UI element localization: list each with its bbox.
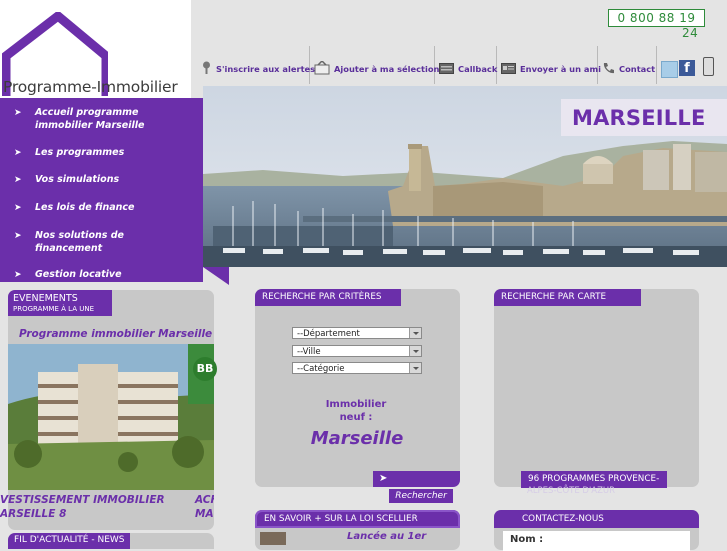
events-caption-wrap: VESTISSEMENT IMMOBILIER ARSEILLE 8 ACH M…: [0, 492, 214, 528]
add-selection-label: Ajouter à ma sélection: [334, 64, 440, 74]
events-header: EVENEMENTS PROGRAMME À LA UNE: [8, 290, 112, 316]
contact-header-label: CONTACTEZ-NOUS: [522, 514, 604, 524]
search-criteria-header: RECHERCHE PAR CRITÈRES: [255, 289, 401, 306]
scellier-header-label: EN SAVOIR + SUR LA LOI SCELLIER: [264, 514, 418, 524]
city-value: --Ville: [297, 347, 321, 357]
map-footer-label2: ALPES-CÔTE D'AZUR: [527, 486, 616, 496]
nav-item-label: Vos simulations: [35, 174, 120, 185]
department-select[interactable]: --Département: [292, 327, 422, 339]
scellier-thumbnail: [260, 532, 286, 545]
news-header: FIL D'ACTUALITÉ - NEWS: [8, 533, 130, 549]
search-go-button[interactable]: ➤: [373, 471, 460, 487]
events-caption-line1[interactable]: VESTISSEMENT IMMOBILIER: [0, 494, 165, 506]
nav-item-programmes[interactable]: ➤ Les programmes: [14, 147, 175, 160]
bbc-badge: BB: [193, 357, 217, 381]
chevron-down-icon: [409, 363, 421, 373]
toolbar-divider: [656, 46, 657, 84]
city-title: MARSEILLE: [572, 106, 706, 130]
search-button[interactable]: Rechercher: [389, 489, 453, 503]
category-value: --Catégorie: [297, 364, 345, 374]
events-header-label: EVENEMENTS: [13, 293, 78, 304]
nav-item-label: Nos solutions de financement: [35, 230, 124, 254]
nav-item-financement[interactable]: ➤ Nos solutions de financement: [14, 230, 175, 255]
arrow-icon: ➤: [14, 231, 22, 241]
scellier-header[interactable]: EN SAVOIR + SUR LA LOI SCELLIER: [255, 510, 460, 528]
phone-number[interactable]: 0 800 88 19: [608, 9, 705, 27]
nav-item-label: Les programmes: [35, 147, 125, 158]
arrow-icon: ➤: [14, 203, 22, 213]
nav-item-accueil[interactable]: ➤ Accueil programme immobilier Marseille: [14, 107, 175, 132]
contact-link[interactable]: Contact: [602, 58, 655, 80]
search-criteria-panel: [255, 289, 460, 487]
sidebar-nav: ➤ Accueil programme immobilier Marseille…: [0, 98, 203, 282]
events-caption2-line2[interactable]: MA: [195, 508, 214, 520]
share-icon[interactable]: [661, 61, 678, 78]
search-city-title: Marseille: [310, 428, 404, 449]
nav-item-label: Les lois de finance: [35, 202, 135, 213]
arrow-icon: ➤: [14, 148, 22, 158]
keyboard-icon: [439, 62, 454, 76]
news-header-label: FIL D'ACTUALITÉ - NEWS: [14, 535, 125, 545]
alerts-label: S'inscrire aux alertes: [216, 64, 316, 74]
folder-icon: [314, 59, 330, 77]
logo-text: Programme-Immobilier: [3, 78, 178, 96]
send-friend-label: Envoyer à un ami: [520, 64, 601, 74]
nav-item-gestion-locative[interactable]: ➤ Gestion locative: [14, 269, 175, 282]
callback-label: Callback: [458, 64, 498, 74]
immobilier-neuf-label: Immobilier neuf :: [300, 398, 412, 424]
neuf-line1: Immobilier: [325, 399, 387, 410]
nav-item-simulations[interactable]: ➤ Vos simulations: [14, 174, 175, 187]
map-footer-label: 96 PROGRAMMES PROVENCE-: [528, 474, 660, 484]
arrow-icon: ➤: [14, 270, 22, 280]
events-subheader-label: PROGRAMME À LA UNE: [13, 305, 94, 313]
neuf-line2: neuf :: [339, 412, 373, 423]
callback-link[interactable]: Callback: [439, 58, 497, 80]
contact-header: CONTACTEZ-NOUS: [494, 510, 699, 528]
contact-name-label: Nom :: [510, 534, 544, 545]
programme-image[interactable]: [8, 344, 214, 490]
mobile-icon[interactable]: [703, 57, 714, 76]
arrow-icon: ➤: [14, 175, 22, 185]
chevron-down-icon: [409, 346, 421, 356]
logo[interactable]: Programme-Immobilier: [0, 0, 191, 98]
alerts-link[interactable]: S'inscrire aux alertes: [201, 58, 315, 80]
city-select[interactable]: --Ville: [292, 345, 422, 357]
scellier-text: Lancée au 1er: [347, 531, 427, 542]
map-search-header: RECHERCHE PAR CARTE: [494, 289, 641, 306]
nav-tail: [203, 267, 229, 285]
phone-number-suffix[interactable]: 24: [682, 26, 698, 40]
phone-icon: [602, 62, 615, 77]
nav-item-label: Accueil programme immobilier Marseille: [35, 107, 145, 131]
category-select[interactable]: --Catégorie: [292, 362, 422, 374]
bell-icon: [201, 61, 212, 77]
chevron-down-icon: [409, 328, 421, 338]
facebook-icon[interactable]: f: [679, 60, 695, 76]
arrow-icon: ➤: [14, 108, 22, 118]
add-selection-link[interactable]: Ajouter à ma sélection: [314, 58, 439, 80]
map-search-label: RECHERCHE PAR CARTE: [501, 292, 607, 302]
events-title[interactable]: Programme immobilier Marseille: [19, 328, 212, 340]
events-caption-line2[interactable]: ARSEILLE 8: [0, 508, 66, 520]
map-search-panel[interactable]: [494, 289, 699, 487]
arrow-right-icon: ➤: [379, 473, 388, 484]
nav-item-label: Gestion locative: [35, 269, 122, 280]
events-caption2-line1[interactable]: ACH: [195, 494, 214, 506]
search-criteria-label: RECHERCHE PAR CRITÈRES: [262, 292, 382, 302]
card-icon: [501, 62, 516, 76]
send-friend-link[interactable]: Envoyer à un ami: [501, 58, 601, 80]
department-value: --Département: [297, 329, 360, 339]
contact-label: Contact: [619, 64, 656, 74]
nav-item-lois-finance[interactable]: ➤ Les lois de finance: [14, 202, 175, 215]
